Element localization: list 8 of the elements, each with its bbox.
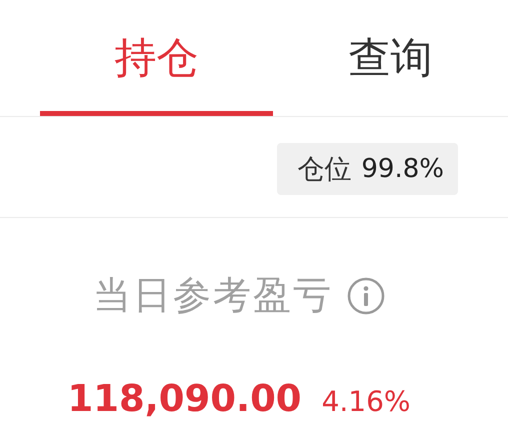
position-label: 仓位: [297, 153, 352, 187]
info-icon[interactable]: [347, 276, 385, 314]
tab[interactable]: 查询: [273, 0, 508, 116]
pnl-amount: 118,090.00: [67, 377, 302, 420]
position-value: 99.8%: [361, 154, 444, 184]
pnl-label: 当日参考盈亏: [93, 272, 333, 319]
pnl-percent: 4.16%: [322, 385, 411, 418]
tab[interactable]: 持仓: [40, 0, 273, 116]
